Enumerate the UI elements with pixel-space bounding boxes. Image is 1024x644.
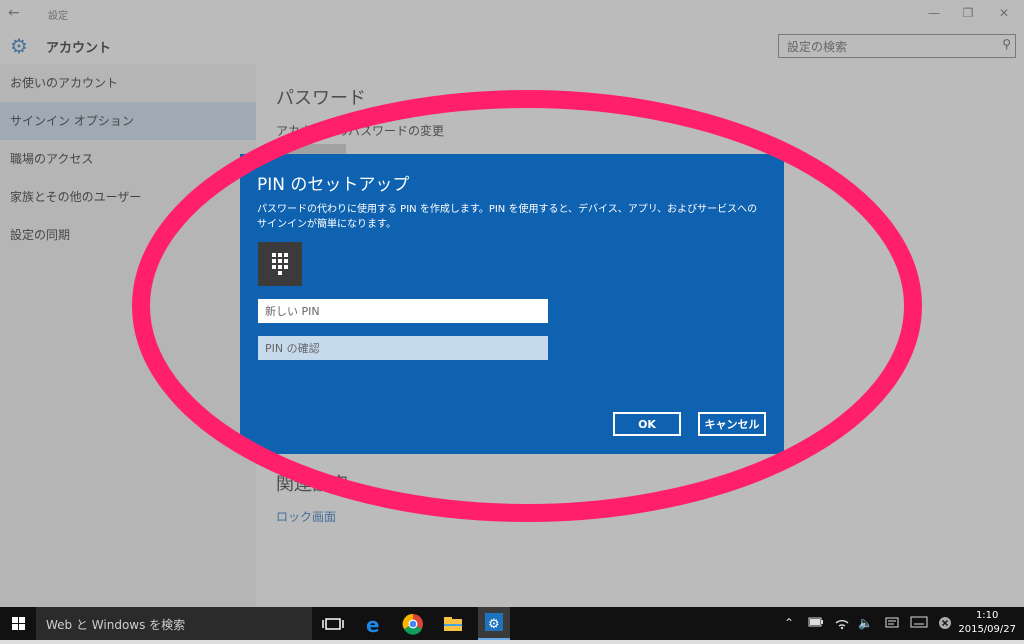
close-circle-icon[interactable] xyxy=(938,616,952,633)
svg-text:⚙: ⚙ xyxy=(488,617,500,632)
keyboard-icon[interactable] xyxy=(910,616,928,631)
pin-setup-dialog: PIN のセットアップ パスワードの代わりに使用する PIN を作成します。PI… xyxy=(240,154,784,454)
start-button[interactable] xyxy=(0,607,36,640)
taskbar-search[interactable]: Web と Windows を検索 xyxy=(36,607,312,640)
battery-icon[interactable] xyxy=(808,616,824,631)
chevron-up-icon[interactable]: ⌃ xyxy=(784,616,794,630)
svg-text:e: e xyxy=(366,613,380,637)
taskbar-search-placeholder: Web と Windows を検索 xyxy=(46,618,186,632)
keypad-icon xyxy=(258,242,302,286)
new-pin-input[interactable] xyxy=(258,299,548,323)
volume-mute-icon[interactable]: 🔈 xyxy=(858,616,873,630)
settings-icon: ⚙ xyxy=(485,613,503,632)
wifi-icon[interactable] xyxy=(834,616,850,633)
chrome-icon[interactable] xyxy=(400,611,426,637)
windows-logo-icon xyxy=(12,617,25,630)
task-view-icon[interactable] xyxy=(320,611,346,637)
cancel-button[interactable]: キャンセル xyxy=(698,412,766,436)
edge-icon[interactable]: e xyxy=(360,611,386,637)
settings-taskbar-button[interactable]: ⚙ xyxy=(478,607,510,640)
dialog-title: PIN のセットアップ xyxy=(257,175,410,195)
confirm-pin-input[interactable] xyxy=(258,336,548,360)
settings-window: ← 設定 — ❐ ✕ ⚙ アカウント 設定の検索 ⚲ お使いのアカウント サイン… xyxy=(0,0,1024,607)
dialog-description: パスワードの代わりに使用する PIN を作成します。PIN を使用すると、デバイ… xyxy=(257,204,758,230)
clock-date: 2015/09/27 xyxy=(958,624,1016,635)
clock-time: 1:10 xyxy=(975,610,999,621)
system-clock[interactable]: 1:10 2015/09/27 xyxy=(958,609,1016,637)
ok-button[interactable]: OK xyxy=(613,412,681,436)
action-center-icon[interactable] xyxy=(884,616,900,633)
file-explorer-icon[interactable] xyxy=(440,611,466,637)
taskbar: Web と Windows を検索 e ⚙ ⌃ 🔈 1:10 2015/09/2… xyxy=(0,607,1024,640)
